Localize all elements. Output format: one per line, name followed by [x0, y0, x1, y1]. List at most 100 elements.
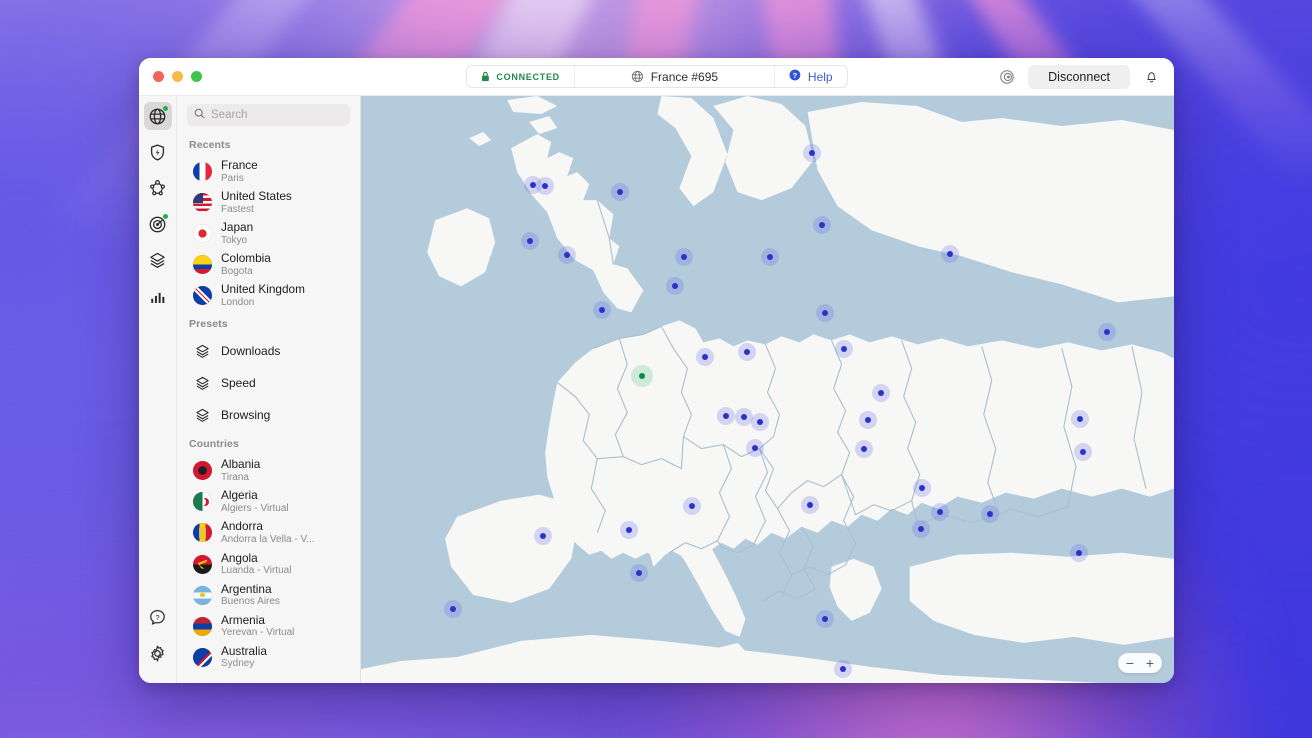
preset-item-downloads[interactable]: Downloads [177, 335, 360, 367]
map-pin[interactable] [444, 600, 462, 618]
country-item-albania[interactable]: AlbaniaTirana [177, 455, 360, 486]
connection-status-bar: CONNECTED France #695 [465, 65, 847, 88]
country-item-text: United KingdomLondon [221, 283, 305, 308]
country-item-andorra[interactable]: AndorraAndorra la Vella - V... [177, 517, 360, 548]
search-box[interactable] [187, 104, 350, 126]
help-link[interactable]: ? Help [774, 66, 847, 88]
icon-rail: ? [139, 96, 177, 683]
sidebar-item-threat-protection[interactable] [144, 138, 172, 166]
map-pin[interactable] [941, 245, 959, 263]
close-button[interactable] [153, 71, 164, 82]
help-circle-icon: ? [789, 69, 801, 84]
map-pin-dot [639, 373, 645, 379]
map-pin[interactable] [931, 503, 949, 521]
meshnet-icon[interactable] [996, 66, 1018, 88]
map-pin[interactable] [683, 497, 701, 515]
map-pin[interactable] [746, 439, 764, 457]
flag-icon-ar [193, 586, 212, 605]
map-pin-dot [865, 417, 871, 423]
country-item-algeria[interactable]: AlgeriaAlgiers - Virtual [177, 486, 360, 517]
country-item-france[interactable]: FranceParis [177, 156, 360, 187]
country-item-angola[interactable]: AngolaLuanda - Virtual [177, 549, 360, 580]
map-pin[interactable] [981, 505, 999, 523]
sidebar-item-meshnet[interactable] [144, 174, 172, 202]
country-item-name: Japan [221, 221, 253, 235]
map-pin-dot [878, 390, 884, 396]
map-pin[interactable] [912, 520, 930, 538]
country-item-united-states[interactable]: United StatesFastest [177, 187, 360, 218]
country-item-name: Andorra [221, 520, 315, 534]
country-item-united-kingdom[interactable]: United KingdomLondon [177, 280, 360, 311]
vpn-active-badge [162, 105, 169, 112]
map-pin[interactable] [717, 407, 735, 425]
country-item-city: Fastest [221, 204, 292, 216]
map-pin-dot [840, 666, 846, 672]
disconnect-button[interactable]: Disconnect [1028, 65, 1130, 89]
country-item-text: AndorraAndorra la Vella - V... [221, 520, 315, 545]
map-pin[interactable] [761, 248, 779, 266]
map-pin-dot [702, 354, 708, 360]
country-item-name: United States [221, 190, 292, 204]
map-pin[interactable] [835, 340, 853, 358]
sidebar-item-vpn[interactable] [144, 102, 172, 130]
sidebar-item-file-share[interactable] [144, 246, 172, 274]
map-pin[interactable] [751, 413, 769, 431]
map-pin-dot [1076, 550, 1082, 556]
map-pin[interactable] [534, 527, 552, 545]
window-body: ? [139, 96, 1174, 683]
flag-icon-ad [193, 523, 212, 542]
layers-icon [193, 407, 212, 424]
country-item-name: Argentina [221, 583, 280, 597]
map-pin[interactable] [816, 304, 834, 322]
titlebar-actions: Disconnect [996, 65, 1162, 89]
bell-icon[interactable] [1140, 66, 1162, 88]
flag-icon-us [193, 193, 212, 212]
country-item-japan[interactable]: JapanTokyo [177, 218, 360, 249]
connection-status-label: CONNECTED [496, 72, 559, 82]
country-item-colombia[interactable]: ColombiaBogota [177, 249, 360, 280]
country-item-australia[interactable]: AustraliaSydney [177, 642, 360, 673]
map-pin[interactable] [855, 440, 873, 458]
map-pin[interactable] [816, 610, 834, 628]
map-pin-dot [689, 503, 695, 509]
map-pin[interactable] [913, 479, 931, 497]
minimize-button[interactable] [172, 71, 183, 82]
help-label: Help [808, 70, 833, 84]
map-pin[interactable] [834, 660, 852, 678]
preset-item-browsing[interactable]: Browsing [177, 399, 360, 431]
sidebar-item-settings[interactable] [144, 639, 172, 667]
map-pin[interactable] [1070, 544, 1088, 562]
country-item-armenia[interactable]: ArmeniaYerevan - Virtual [177, 611, 360, 642]
current-server[interactable]: France #695 [574, 66, 774, 88]
sidebar-item-help[interactable]: ? [144, 603, 172, 631]
country-item-text: JapanTokyo [221, 221, 253, 246]
country-item-argentina[interactable]: ArgentinaBuenos Aires [177, 580, 360, 611]
map-pin[interactable] [1071, 410, 1089, 428]
preset-item-speed[interactable]: Speed [177, 367, 360, 399]
country-item-city: London [221, 297, 305, 309]
flag-icon-al [193, 461, 212, 480]
zoom-out-button[interactable]: − [1122, 654, 1138, 672]
map-pin[interactable] [813, 216, 831, 234]
country-item-name: Angola [221, 552, 291, 566]
sidebar-item-statistics[interactable] [144, 282, 172, 310]
world-map[interactable]: − + [361, 96, 1174, 683]
map-pin-dot [527, 238, 533, 244]
section-header-presets: Presets [177, 311, 360, 335]
sidebar-item-dark-web-monitor[interactable] [144, 210, 172, 238]
map-vector [361, 96, 1174, 683]
map-pin[interactable] [620, 521, 638, 539]
server-sidebar: RecentsFranceParisUnited StatesFastestJa… [177, 96, 361, 683]
map-pin[interactable] [1074, 443, 1092, 461]
zoom-in-button[interactable]: + [1142, 654, 1158, 672]
search-input[interactable] [211, 109, 343, 121]
server-list[interactable]: RecentsFranceParisUnited StatesFastestJa… [177, 132, 360, 683]
map-pin[interactable] [803, 144, 821, 162]
preset-item-label: Downloads [221, 344, 280, 358]
map-pin[interactable] [801, 496, 819, 514]
map-pin[interactable] [872, 384, 890, 402]
layers-icon [193, 343, 212, 360]
map-pin[interactable] [859, 411, 877, 429]
maximize-button[interactable] [191, 71, 202, 82]
map-pin-dot [681, 254, 687, 260]
